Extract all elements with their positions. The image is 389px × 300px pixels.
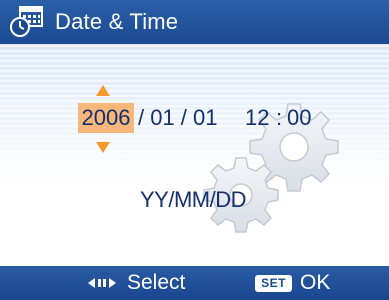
year-field[interactable]: 2006 <box>78 103 134 133</box>
set-button-icon: SET <box>255 275 292 292</box>
minute-field[interactable]: 00 <box>287 103 311 133</box>
ok-hint-label: OK <box>300 271 331 294</box>
month-day-field[interactable]: / 01 / 01 <box>138 103 218 133</box>
select-hint-label: Select <box>127 271 186 294</box>
hour-field[interactable]: 12 <box>245 103 269 133</box>
decrease-arrow-icon[interactable] <box>96 142 110 153</box>
title-bar: Date & Time <box>0 0 389 44</box>
increase-arrow-icon[interactable] <box>96 85 110 96</box>
date-time-row: 2006 / 01 / 01 12 : 00 <box>0 103 389 133</box>
date-format-field[interactable]: YY/MM/DD <box>140 186 247 214</box>
calendar-clock-icon <box>10 6 43 37</box>
left-right-arrows-icon <box>88 278 116 288</box>
bottom-bar: Select SET OK <box>0 266 389 300</box>
page-title: Date & Time <box>55 9 179 34</box>
time-separator: : <box>276 105 283 130</box>
date-time-screen: Date & Time 2006 / 01 / 01 12 : 00 YY/MM… <box>0 0 389 300</box>
